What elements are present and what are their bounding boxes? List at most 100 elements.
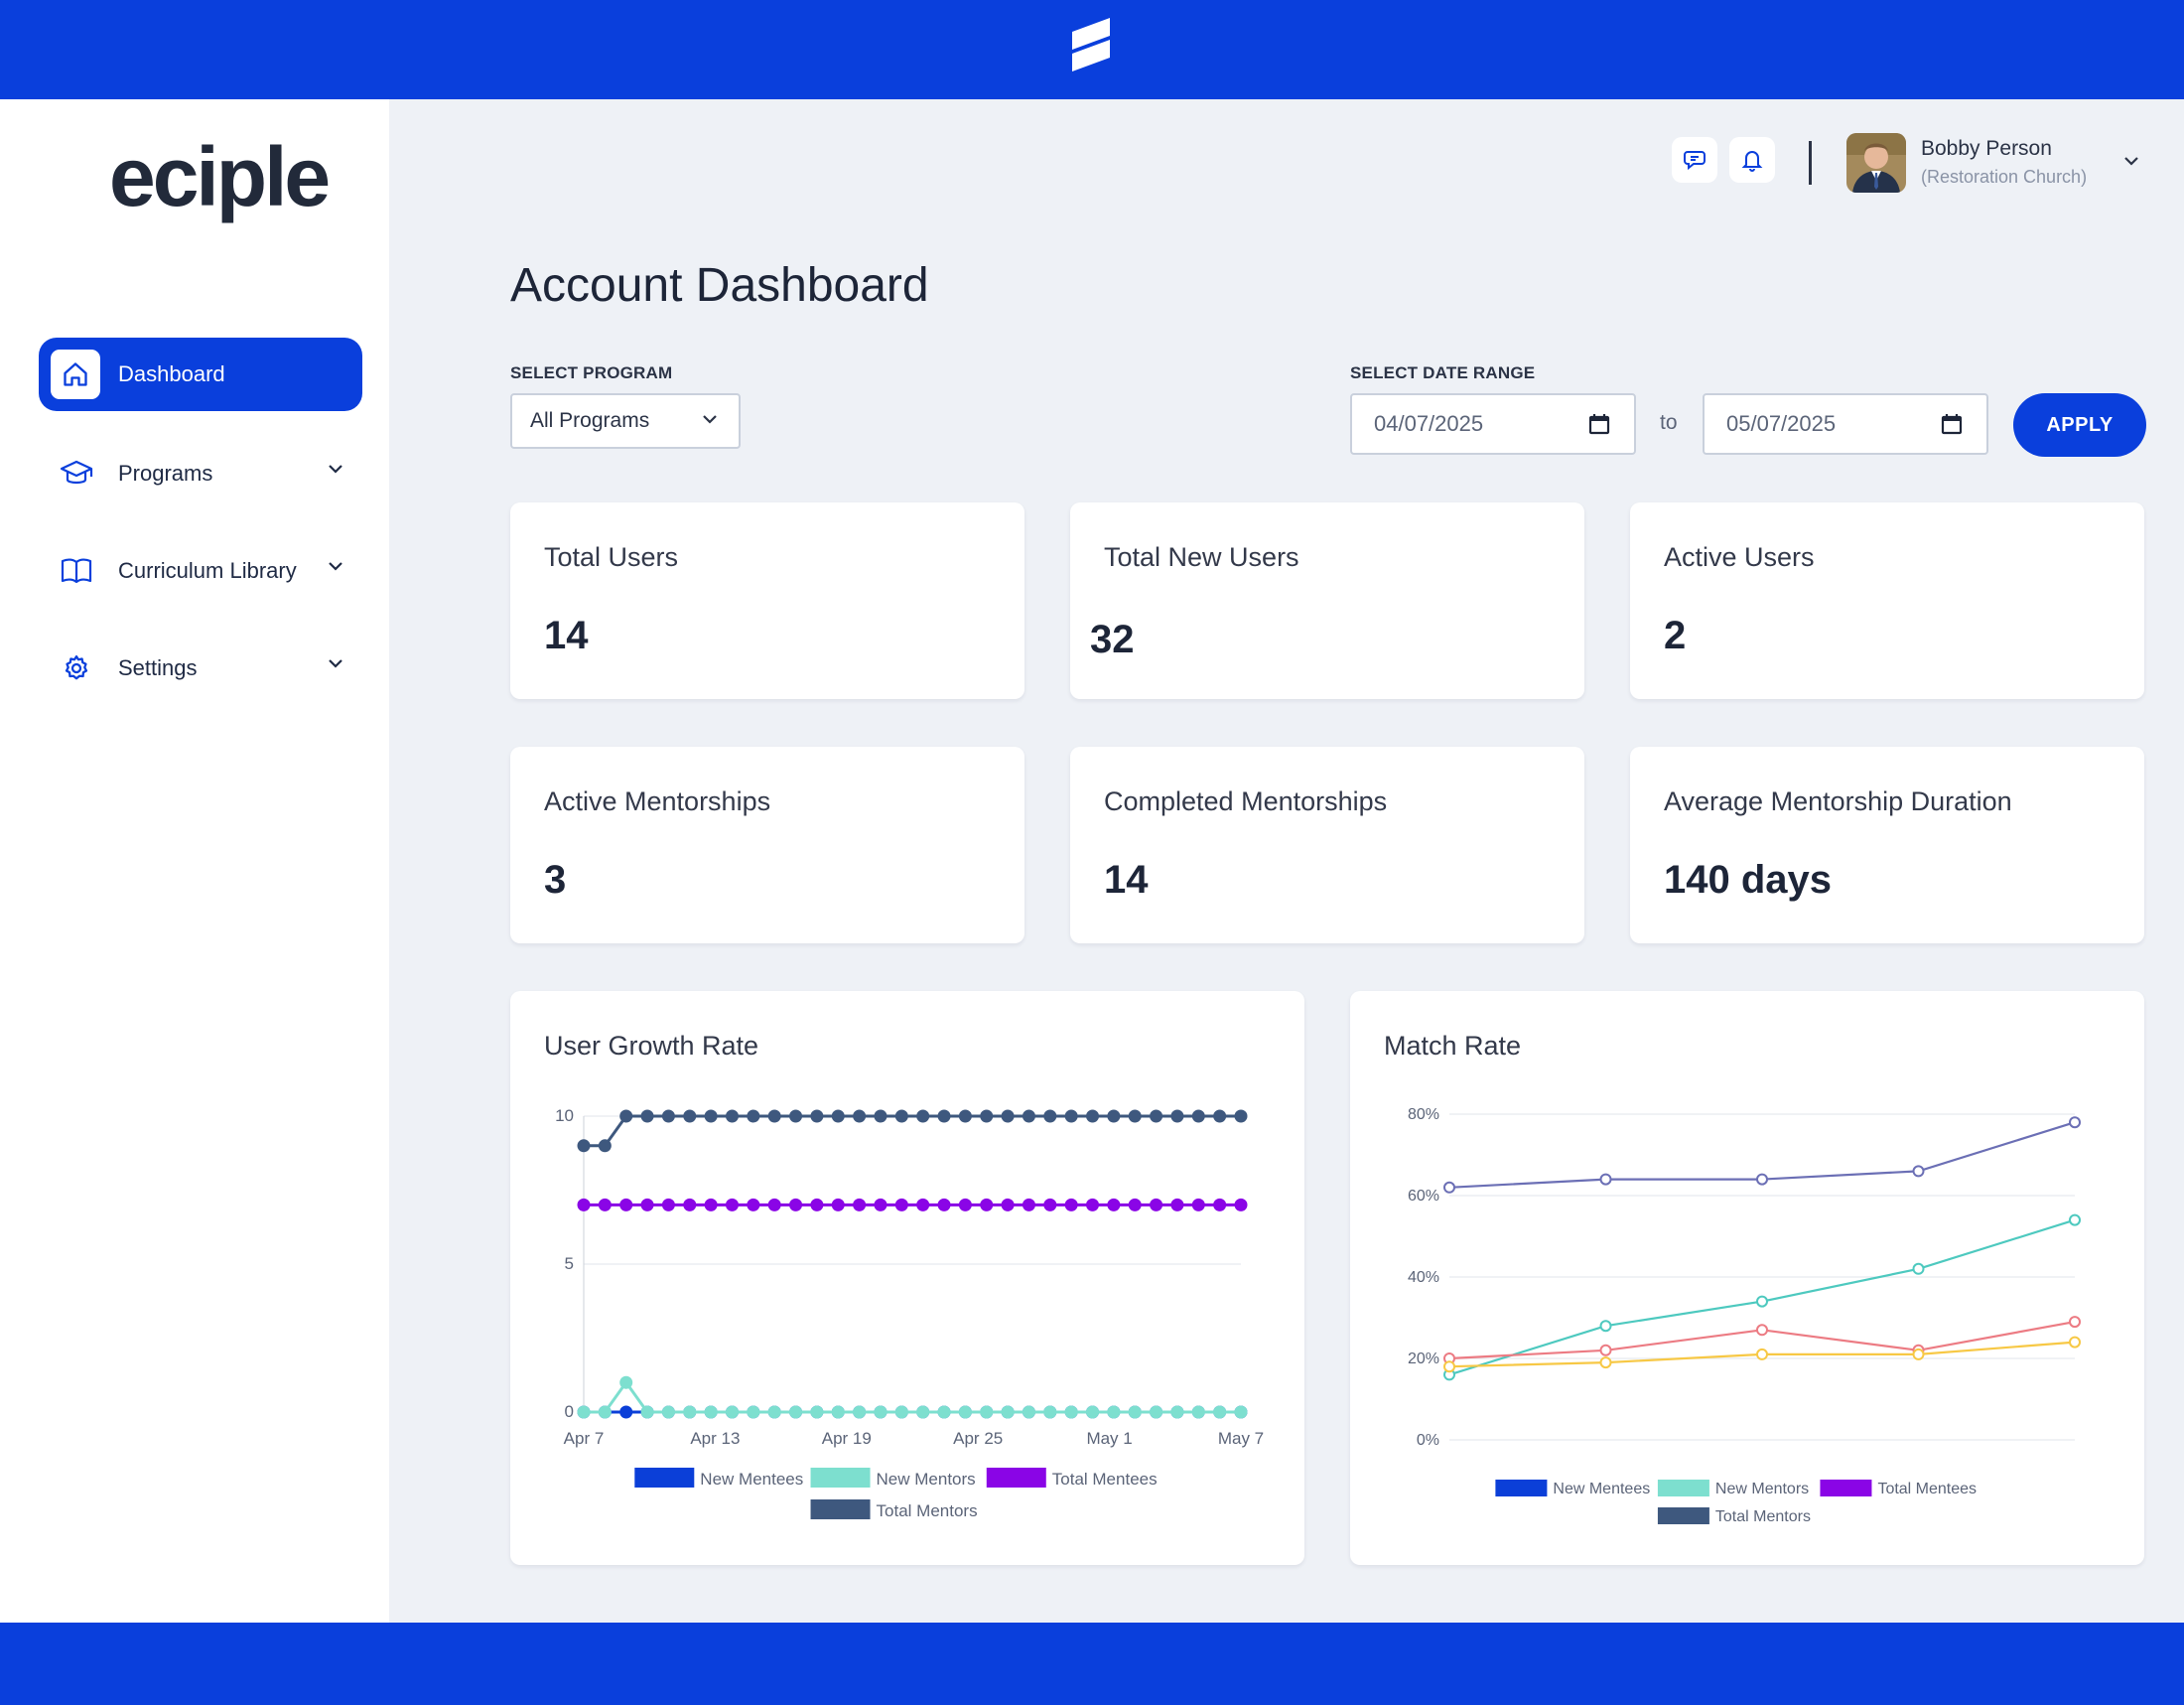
program-select-label: SELECT PROGRAM (510, 363, 673, 382)
data-point (916, 1198, 930, 1211)
chevron-down-icon[interactable] (2122, 155, 2140, 167)
data-point (1150, 1198, 1163, 1211)
data-point (1191, 1405, 1205, 1419)
data-point (640, 1109, 654, 1123)
data-point (958, 1405, 972, 1419)
stat-value: 2 (1664, 614, 1687, 657)
data-point (704, 1109, 718, 1123)
data-point (853, 1109, 867, 1123)
stat-card-total-users: Total Users 14 (510, 502, 1024, 699)
sidebar-item-label: Dashboard (118, 361, 225, 386)
data-point (1599, 1173, 1612, 1186)
top-brand-bar (0, 0, 2184, 99)
stat-value: 14 (1104, 858, 1149, 902)
data-point (619, 1109, 633, 1123)
data-point (2069, 1116, 2081, 1129)
data-point (1599, 1344, 1612, 1356)
data-point (1756, 1295, 1768, 1308)
data-point (1043, 1109, 1057, 1123)
data-point (831, 1198, 845, 1211)
apply-button[interactable]: APPLY (2013, 393, 2146, 457)
data-point (958, 1109, 972, 1123)
data-point (2069, 1316, 2081, 1329)
date-range-label: SELECT DATE RANGE (1350, 363, 1536, 382)
data-point (1086, 1109, 1100, 1123)
sidebar-item-curriculum-library[interactable]: Curriculum Library (39, 534, 362, 608)
data-point (894, 1109, 908, 1123)
x-tick-label: Apr 25 (953, 1429, 1003, 1448)
stat-card-completed-mentorships: Completed Mentorships 14 (1070, 747, 1584, 943)
data-point (1150, 1405, 1163, 1419)
sidebar-item-dashboard[interactable]: Dashboard (39, 338, 362, 411)
data-point (874, 1198, 887, 1211)
user-growth-chart: 0 5 10 Apr 7 Apr 13 Apr 19 Apr 25 May 1 May 7 New… (555, 1106, 1264, 1520)
messages-button[interactable] (1672, 137, 1717, 183)
notifications-button[interactable] (1729, 137, 1775, 183)
chevron-down-icon (329, 465, 342, 474)
data-point (894, 1405, 908, 1419)
data-point (1001, 1405, 1015, 1419)
data-point (1756, 1348, 1768, 1360)
page-title: Account Dashboard (510, 259, 929, 312)
data-point (789, 1405, 803, 1419)
sidebar-item-label: Settings (118, 655, 198, 680)
data-point (619, 1405, 633, 1419)
data-point (747, 1405, 760, 1419)
sidebar-item-programs[interactable]: Programs (39, 437, 362, 510)
stat-title: Total Users (544, 542, 679, 572)
data-point (1599, 1356, 1612, 1369)
main-content: Bobby Person (Restoration Church) Accoun… (389, 99, 2184, 1623)
avatar[interactable] (1846, 133, 1906, 193)
data-point (789, 1109, 803, 1123)
data-point (661, 1198, 675, 1211)
series-line (584, 1379, 1241, 1414)
data-point (577, 1139, 591, 1153)
data-point (1443, 1360, 1455, 1373)
stat-value: 3 (544, 858, 567, 902)
data-point (1213, 1109, 1227, 1123)
data-point (1191, 1109, 1205, 1123)
data-point (704, 1198, 718, 1211)
data-point (1107, 1198, 1121, 1211)
data-point (1170, 1109, 1184, 1123)
stat-title: Active Mentorships (544, 786, 771, 816)
stat-card-total-new-users: Total New Users 32 (1070, 502, 1584, 699)
data-point (619, 1198, 633, 1211)
calendar-icon[interactable] (1588, 413, 1610, 435)
chevron-down-icon (329, 659, 342, 668)
program-select[interactable]: All Programs (510, 393, 741, 449)
data-point (980, 1405, 994, 1419)
sidebar-item-settings[interactable]: Settings (39, 632, 362, 705)
legend-label: New Mentors (1715, 1481, 1809, 1497)
app-logo[interactable]: eciple (109, 129, 331, 225)
data-point (1443, 1181, 1455, 1194)
data-point (1064, 1109, 1078, 1123)
data-point (810, 1405, 824, 1419)
sidebar-item-label: Programs (118, 461, 213, 486)
y-tick-label: 60% (1408, 1188, 1439, 1205)
x-tick-label: May 7 (1218, 1429, 1264, 1448)
data-point (577, 1198, 591, 1211)
data-point (980, 1109, 994, 1123)
legend-label: Total Mentors (1715, 1508, 1811, 1525)
user-name[interactable]: Bobby Person (1921, 137, 2052, 161)
data-point (1234, 1198, 1248, 1211)
date-to-input[interactable]: 05/07/2025 (1703, 393, 1988, 455)
legend-swatch (1657, 1507, 1709, 1524)
stat-title: Average Mentorship Duration (1664, 786, 2012, 816)
legend-swatch (810, 1499, 871, 1519)
data-point (577, 1405, 591, 1419)
data-point (916, 1405, 930, 1419)
date-from-input[interactable]: 04/07/2025 (1350, 393, 1636, 455)
calendar-icon[interactable] (1941, 413, 1963, 435)
data-point (1043, 1198, 1057, 1211)
data-point (1150, 1109, 1163, 1123)
data-point (1086, 1405, 1100, 1419)
data-point (767, 1109, 781, 1123)
y-tick-label: 10 (555, 1106, 574, 1125)
header-divider (1809, 141, 1812, 185)
data-point (831, 1109, 845, 1123)
y-tick-label: 20% (1408, 1350, 1439, 1367)
data-point (1064, 1405, 1078, 1419)
sidebar-item-label: Curriculum Library (118, 558, 297, 583)
